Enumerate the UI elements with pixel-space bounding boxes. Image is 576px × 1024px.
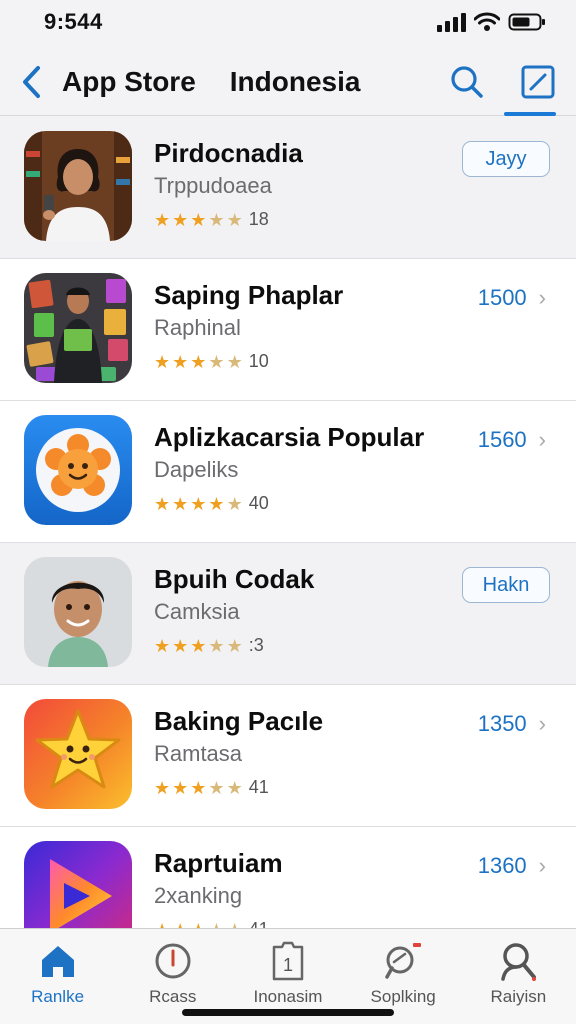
person-icon bbox=[498, 941, 538, 981]
navigation-bar: App Store Indonesia bbox=[0, 48, 576, 116]
app-row[interactable]: Aplizkacarsia Popular Dapeliks ★ ★ ★ ★ ★ 40 … bbox=[0, 401, 576, 543]
star-icon: ★ bbox=[208, 209, 225, 230]
signal-icon bbox=[437, 13, 466, 32]
battery-icon bbox=[508, 13, 545, 31]
search-notification-icon bbox=[383, 941, 423, 981]
star-icon: ★ bbox=[226, 209, 243, 230]
star-icon: ★ bbox=[154, 351, 171, 372]
app-subtitle: Dapeliks bbox=[154, 457, 239, 482]
price-label: 1350 bbox=[477, 711, 527, 736]
rating-stars: ★★★★★ 41 bbox=[154, 777, 554, 798]
nav-actions bbox=[450, 64, 556, 100]
get-button[interactable]: Hakn bbox=[462, 567, 550, 603]
clock-icon bbox=[154, 941, 192, 981]
tab-rcass[interactable]: Rcass bbox=[123, 941, 223, 1007]
page-title: Indonesia bbox=[229, 65, 361, 97]
nav-selection-underline bbox=[504, 112, 556, 116]
portrait-avatar-icon[interactable] bbox=[24, 557, 132, 667]
star-icon: ★ bbox=[190, 209, 207, 230]
price-button[interactable]: 1500 › bbox=[478, 285, 546, 311]
star-icon: ★ bbox=[154, 635, 171, 656]
chevron-right-icon: › bbox=[538, 853, 546, 878]
star-icon: ★ bbox=[172, 351, 189, 372]
rating-stars: ★ ★ ★ ★ ★ 40 bbox=[154, 493, 554, 514]
star-icon: ★ bbox=[208, 351, 225, 372]
app-row[interactable]: Baking Pacıle Ramtasa ★ ★ ★ ★ ★ 41 1350 › bbox=[0, 685, 576, 827]
star-icon: ★ bbox=[172, 777, 189, 798]
star-icon: ★ bbox=[154, 493, 171, 514]
star-icon: ★ bbox=[190, 635, 207, 656]
status-icons bbox=[436, 12, 546, 32]
rating-count: 41 bbox=[248, 777, 269, 797]
star-icon: ★ bbox=[226, 351, 243, 372]
tab-label: Inonasim bbox=[253, 987, 323, 1006]
price-button[interactable]: 1350 › bbox=[478, 711, 546, 737]
tab-label: Ranlke bbox=[31, 987, 85, 1006]
chevron-right-icon: › bbox=[538, 711, 546, 736]
rating-stars: ★ ★ ★ ★ ★ 10 bbox=[154, 351, 554, 372]
star-icon: ★ bbox=[172, 209, 189, 230]
chevron-right-icon: › bbox=[538, 285, 546, 310]
star-icon: ★ bbox=[190, 777, 207, 798]
star-icon: ★ bbox=[208, 493, 225, 514]
star-icon: ★ bbox=[226, 493, 243, 514]
star-icon: ★ bbox=[208, 635, 225, 656]
rating-count: 10 bbox=[248, 351, 269, 371]
orange-flower-icon[interactable] bbox=[24, 415, 132, 525]
star-icon: ★ bbox=[172, 493, 189, 514]
price-button[interactable]: 1360 › bbox=[478, 853, 546, 879]
tab-label: Soplking bbox=[370, 987, 436, 1006]
star-icon: ★ bbox=[154, 209, 171, 230]
app-row[interactable]: Pirdocnadia Trppudoaea ★ ★ ★ ★ ★ 18 Jayy bbox=[0, 117, 576, 259]
home-icon bbox=[39, 941, 77, 981]
edit-icon[interactable] bbox=[520, 64, 556, 100]
app-list: Pirdocnadia Trppudoaea ★★★★★ 18 Jayy bbox=[0, 117, 576, 969]
app-row[interactable]: Saping Phaplar Raphinal ★ ★ ★ ★ ★ 10 1500 › bbox=[0, 259, 576, 401]
star-icon: ★ bbox=[190, 493, 207, 514]
wifi-icon bbox=[474, 12, 500, 31]
chevron-right-icon: › bbox=[538, 427, 546, 452]
tab-raiyisn[interactable]: Raiyisn bbox=[468, 941, 568, 1007]
price-label: 1500 bbox=[477, 285, 527, 310]
star-icon: ★ bbox=[208, 777, 225, 798]
app-subtitle: 2xanking bbox=[154, 883, 243, 908]
tab-inonasim[interactable]: 1 Inonasim bbox=[238, 941, 338, 1007]
price-label: 1360 bbox=[477, 853, 527, 878]
rating-count: :3 bbox=[248, 635, 264, 655]
tab-ranlke[interactable]: Ranlke bbox=[8, 941, 108, 1007]
app-row[interactable]: Bpuih Codak Camksia ★ ★ ★ ★ ★ :3 Hakn bbox=[0, 543, 576, 685]
rating-count: 40 bbox=[248, 493, 269, 513]
star-icon: ★ bbox=[172, 635, 189, 656]
rating-stars: ★ ★ ★ ★ ★ :3 bbox=[154, 635, 554, 656]
app-subtitle: Ramtasa bbox=[154, 741, 243, 766]
app-subtitle: Raphinal bbox=[154, 315, 241, 340]
star-icon: ★ bbox=[226, 777, 243, 798]
back-button-label[interactable]: App Store bbox=[62, 66, 196, 98]
person-with-phone-icon[interactable] bbox=[24, 131, 132, 241]
star-icon: ★ bbox=[154, 777, 171, 798]
rating-stars: ★ ★ ★ ★ ★ 18 bbox=[154, 209, 554, 230]
tab-label: Raiyisn bbox=[490, 987, 547, 1006]
status-bar: 9:544 bbox=[0, 0, 576, 44]
star-icon: ★ bbox=[190, 351, 207, 372]
tab-label: Rcass bbox=[149, 987, 197, 1006]
status-time: 9:544 bbox=[44, 9, 103, 34]
search-icon[interactable] bbox=[450, 65, 484, 99]
back-chevron-icon[interactable] bbox=[20, 62, 48, 102]
home-indicator bbox=[182, 1009, 394, 1016]
person-with-cards-icon[interactable] bbox=[24, 273, 132, 383]
badge-one-icon: 1 bbox=[270, 941, 306, 981]
tab-soplking[interactable]: Soplking bbox=[353, 941, 453, 1007]
svg-text:1: 1 bbox=[283, 955, 293, 975]
smiling-star-icon[interactable] bbox=[24, 699, 132, 809]
get-button[interactable]: Jayy bbox=[462, 141, 550, 177]
star-icon: ★ bbox=[226, 635, 243, 656]
price-label: 1560 bbox=[477, 427, 527, 452]
rating-count: 18 bbox=[248, 209, 269, 229]
price-button[interactable]: 1560 › bbox=[478, 427, 546, 453]
